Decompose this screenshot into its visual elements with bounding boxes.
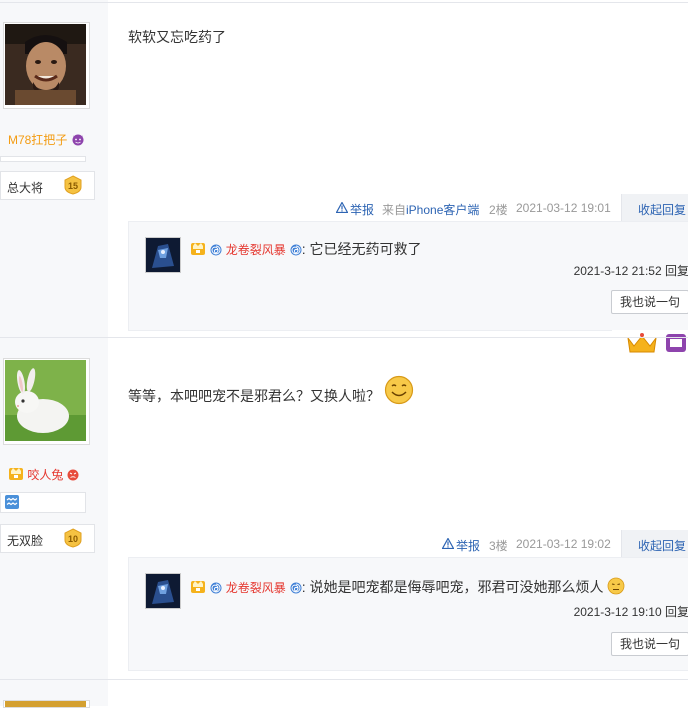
angry-emoji-icon bbox=[67, 469, 79, 481]
level-badge-icon: 10 bbox=[64, 528, 82, 548]
username-text: 咬人兔 bbox=[27, 468, 64, 482]
collapse-replies-label: 收起回复 bbox=[638, 203, 687, 217]
reply-avatar-image bbox=[146, 574, 180, 608]
warning-icon bbox=[442, 538, 454, 549]
reply-meta: 2021-3-12 21:52 回复 bbox=[574, 262, 688, 279]
reply-time: 2021-3-12 19:10 bbox=[573, 605, 662, 619]
vip-badge-icon bbox=[9, 468, 23, 480]
reply-text: : 它已经无药可救了 bbox=[301, 241, 422, 257]
reply-username[interactable]: 龙卷裂风暴 bbox=[226, 581, 286, 595]
warning-icon bbox=[336, 202, 348, 213]
reply-avatar[interactable] bbox=[145, 237, 181, 273]
level-box[interactable]: 无双脸 10 bbox=[0, 524, 95, 553]
user-avatar[interactable] bbox=[3, 700, 90, 708]
reply-time: 2021-3-12 21:52 bbox=[573, 264, 662, 278]
sweat-emoji-icon bbox=[607, 577, 625, 595]
level-box[interactable]: 总大将 15 bbox=[0, 171, 95, 200]
report-link[interactable]: 举报 bbox=[350, 201, 374, 218]
floor-number: 2楼 bbox=[489, 203, 508, 217]
collapse-replies-label: 收起回复 bbox=[638, 539, 687, 553]
vip-badge-icon bbox=[191, 581, 205, 593]
swirl-icon bbox=[210, 582, 222, 594]
username-link[interactable]: M78扛把子 bbox=[8, 131, 85, 148]
client-source: 来自iPhone客户端 bbox=[382, 203, 480, 217]
swirl-icon bbox=[290, 244, 302, 256]
decoration-badges bbox=[612, 330, 688, 356]
floor-number: 3楼 bbox=[489, 539, 508, 553]
post-meta-bar: 举报 来自iPhone客户端 2楼 2021-03-12 19:01 收起回复 bbox=[330, 194, 688, 221]
signature-box bbox=[0, 492, 86, 513]
reply-meta: 2021-3-12 19:10 回复 bbox=[574, 603, 688, 620]
level-name: 总大将 bbox=[7, 181, 44, 195]
username-text: M78扛把子 bbox=[8, 133, 68, 147]
crown-icon bbox=[612, 330, 688, 356]
add-comment-button[interactable]: 我也说一句 bbox=[611, 290, 688, 314]
divider bbox=[0, 2, 688, 3]
aquarius-icon bbox=[5, 495, 19, 509]
client-link[interactable]: iPhone客户端 bbox=[406, 203, 479, 217]
username-link[interactable]: 咬人兔 bbox=[8, 465, 79, 483]
avatar-image bbox=[5, 24, 86, 105]
level-name: 无双脸 bbox=[7, 534, 44, 548]
level-number: 10 bbox=[68, 534, 78, 544]
post-time: 2021-03-12 19:02 bbox=[516, 537, 611, 551]
avatar-image bbox=[5, 701, 86, 707]
add-comment-button[interactable]: 我也说一句 bbox=[611, 632, 688, 656]
level-number: 15 bbox=[68, 181, 78, 191]
post-time: 2021-03-12 19:01 bbox=[516, 201, 611, 215]
level-badge-icon: 15 bbox=[64, 175, 82, 195]
reply-text: : 说她是吧宠都是侮辱吧宠，邪君可没她那么烦人 bbox=[301, 579, 604, 595]
collapse-replies-tab[interactable]: 收起回复 bbox=[621, 194, 688, 221]
devil-emoji-icon bbox=[72, 134, 84, 146]
reply-avatar[interactable] bbox=[145, 573, 181, 609]
post-meta-bar: 举报 3楼 2021-03-12 19:02 收起回复 bbox=[330, 530, 688, 557]
user-avatar[interactable] bbox=[3, 358, 90, 445]
vip-badge-icon bbox=[191, 243, 205, 255]
signature-box bbox=[0, 156, 86, 162]
reply-panel: 龙卷裂风暴 : 它已经无药可救了 2021-3-12 21:52 回复 我也说一… bbox=[128, 221, 688, 331]
post-content: 软软又忘吃药了 bbox=[128, 29, 226, 45]
reply-line: 龙卷裂风暴 : 说她是吧宠都是侮辱吧宠，邪君可没她那么烦人 bbox=[190, 577, 625, 597]
reply-avatar-image bbox=[146, 238, 180, 272]
reply-username[interactable]: 龙卷裂风暴 bbox=[226, 243, 286, 257]
swirl-icon bbox=[210, 244, 222, 256]
user-avatar[interactable] bbox=[3, 22, 90, 109]
post-divider bbox=[0, 337, 688, 338]
reply-line: 龙卷裂风暴 : 它已经无药可救了 bbox=[190, 239, 421, 259]
collapse-replies-tab[interactable]: 收起回复 bbox=[621, 530, 688, 557]
reply-panel: 龙卷裂风暴 : 说她是吧宠都是侮辱吧宠，邪君可没她那么烦人 2021-3-12 … bbox=[128, 557, 688, 671]
post-content: 等等，本吧吧宠不是邪君么？又换人啦？ bbox=[128, 375, 414, 406]
post-content-text: 等等，本吧吧宠不是邪君么？又换人啦？ bbox=[128, 388, 380, 404]
smiley-emoji-icon bbox=[384, 375, 413, 405]
report-link[interactable]: 举报 bbox=[456, 537, 480, 554]
swirl-icon bbox=[290, 582, 302, 594]
reply-button[interactable]: 回复 bbox=[665, 264, 688, 278]
avatar-image bbox=[5, 360, 86, 441]
post-divider bbox=[0, 679, 688, 680]
reply-button[interactable]: 回复 bbox=[665, 605, 688, 619]
